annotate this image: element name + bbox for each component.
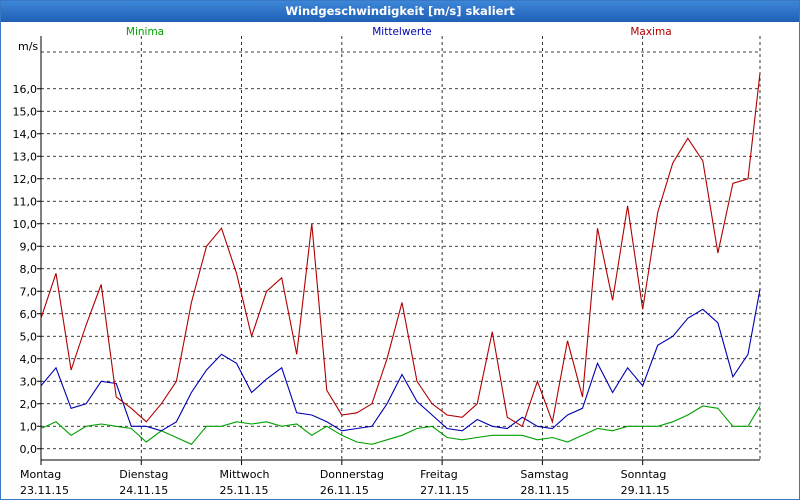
x-date-label: 28.11.15 <box>520 484 569 497</box>
legend: Minima Mittelwerte Maxima <box>126 26 672 38</box>
x-day-label: Donnerstag <box>320 468 384 481</box>
y-tick-label: 8,0 <box>20 263 38 276</box>
series-line-minima <box>40 405 761 445</box>
y-tick-label: 15,0 <box>13 105 38 118</box>
y-tick-label: 1,0 <box>20 420 38 433</box>
legend-entry-mittelwerte: Mittelwerte <box>372 26 432 38</box>
x-date-label: 25.11.15 <box>220 484 269 497</box>
x-date-label: 23.11.15 <box>20 484 69 497</box>
legend-entry-minima: Minima <box>126 26 164 38</box>
y-tick-label: 3,0 <box>20 375 38 388</box>
y-tick-label: 12,0 <box>13 173 38 186</box>
x-date-label: 24.11.15 <box>119 484 168 497</box>
series-line-maxima <box>40 72 761 428</box>
x-day-label: Samstag <box>520 468 568 481</box>
x-day-label: Montag <box>20 468 61 481</box>
x-date-label: 26.11.15 <box>320 484 369 497</box>
x-day-label: Mittwoch <box>220 468 270 481</box>
x-day-label: Freitag <box>420 468 458 481</box>
y-tick-label: 6,0 <box>20 308 38 321</box>
series-lines <box>40 72 761 445</box>
y-tick-label: 0,0 <box>20 443 38 456</box>
x-date-label: 27.11.15 <box>420 484 469 497</box>
y-tick-label: 11,0 <box>13 195 38 208</box>
legend-entry-maxima: Maxima <box>630 26 671 38</box>
y-tick-label: 9,0 <box>20 240 38 253</box>
x-date-label: 29.11.15 <box>621 484 670 497</box>
x-day-label: Dienstag <box>119 468 168 481</box>
y-tick-label: 4,0 <box>20 353 38 366</box>
y-tick-labels: 0,0 1,0 2,0 3,0 4,0 5,0 6,0 7,0 8,0 9,0 10,0 11,0 12… <box>13 40 39 456</box>
y-tick-label: 13,0 <box>13 150 38 163</box>
y-tick-label: 10,0 <box>13 218 38 231</box>
y-tick-label: 14,0 <box>13 128 38 141</box>
series-line-mittelwerte <box>40 288 761 432</box>
chart-plot: 0,0 1,0 2,0 3,0 4,0 5,0 6,0 7,0 8,0 9,0 10,0 11,0 12… <box>13 26 761 497</box>
x-tick-labels: Montag 23.11.15 Dienstag 24.11.15 Mittwoch 25… <box>20 468 670 497</box>
x-day-label: Sonntag <box>621 468 667 481</box>
y-axis-label: m/s <box>18 40 38 53</box>
y-tick-label: 5,0 <box>20 330 38 343</box>
y-tick-label: 16,0 <box>13 83 38 96</box>
y-tick-label: 2,0 <box>20 398 38 411</box>
y-tick-label: 7,0 <box>20 285 38 298</box>
